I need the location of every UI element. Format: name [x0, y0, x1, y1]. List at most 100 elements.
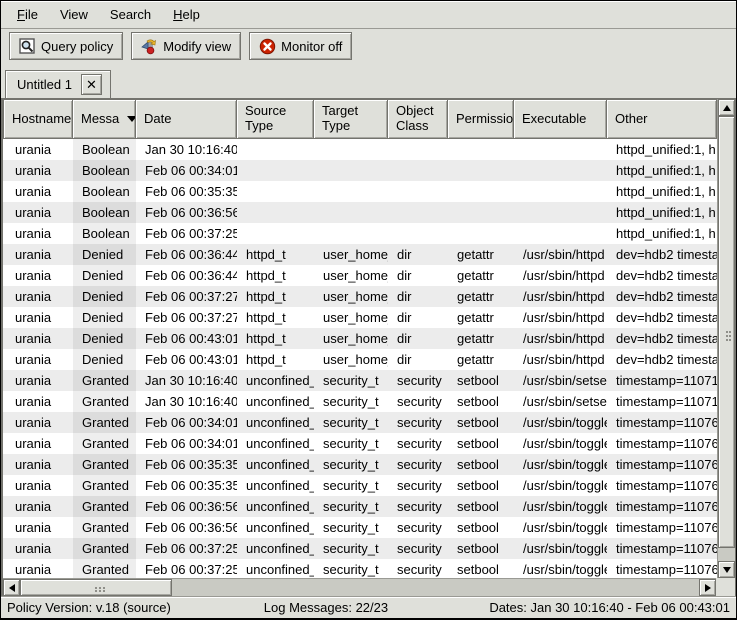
column-header-target-type[interactable]: Target Type: [314, 99, 388, 139]
cell-other: timestamp=11076: [607, 412, 717, 433]
cell-target-type: [314, 160, 388, 181]
menu-search[interactable]: Search: [100, 3, 161, 26]
cell-hostname: urania: [3, 433, 73, 454]
cell-source-type: unconfined_: [237, 475, 314, 496]
cell-target-type: security_t: [314, 391, 388, 412]
cell-hostname: urania: [3, 559, 73, 578]
modify-view-button[interactable]: Modify view: [131, 32, 241, 60]
vertical-scrollbar[interactable]: [717, 99, 735, 578]
cell-target-type: security_t: [314, 454, 388, 475]
monitor-off-button[interactable]: Monitor off: [249, 32, 352, 60]
cell-permission: setbool: [448, 391, 514, 412]
cell-hostname: urania: [3, 223, 73, 244]
close-icon[interactable]: ✕: [81, 74, 102, 95]
cell-date: Feb 06 00:34:01: [136, 412, 237, 433]
cell-executable: /usr/sbin/setseb: [514, 370, 607, 391]
table-row[interactable]: uraniaGrantedFeb 06 00:37:25unconfined_s…: [3, 559, 717, 578]
table-row[interactable]: uraniaGrantedFeb 06 00:34:01unconfined_s…: [3, 412, 717, 433]
cell-date: Feb 06 00:43:01: [136, 328, 237, 349]
table-row[interactable]: uraniaGrantedJan 30 10:16:40unconfined_s…: [3, 370, 717, 391]
cell-message: Granted: [73, 496, 136, 517]
column-header-executable[interactable]: Executable: [514, 99, 607, 139]
tab-label: Untitled 1: [17, 77, 72, 92]
cell-object-class: security: [388, 496, 448, 517]
column-header-object-class[interactable]: Object Class: [388, 99, 448, 139]
cell-permission: [448, 139, 514, 160]
table-row[interactable]: uraniaGrantedFeb 06 00:34:01unconfined_s…: [3, 433, 717, 454]
cell-date: Feb 06 00:34:01: [136, 433, 237, 454]
cell-hostname: urania: [3, 412, 73, 433]
cell-object-class: security: [388, 370, 448, 391]
cell-executable: [514, 160, 607, 181]
table-row[interactable]: uraniaBooleanFeb 06 00:37:25httpd_unifie…: [3, 223, 717, 244]
column-header-permission[interactable]: Permission: [448, 99, 514, 139]
table-row[interactable]: uraniaDeniedFeb 06 00:37:27httpd_tuser_h…: [3, 286, 717, 307]
scroll-left-icon[interactable]: [3, 579, 20, 596]
cell-executable: [514, 181, 607, 202]
cell-message: Granted: [73, 412, 136, 433]
scroll-down-icon[interactable]: [718, 561, 735, 578]
table-row[interactable]: uraniaDeniedFeb 06 00:36:44httpd_tuser_h…: [3, 265, 717, 286]
cell-target-type: security_t: [314, 433, 388, 454]
vertical-scroll-track[interactable]: [718, 116, 735, 561]
cell-target-type: user_home_: [314, 286, 388, 307]
cell-executable: [514, 223, 607, 244]
cell-other: timestamp=11076: [607, 517, 717, 538]
cell-date: Feb 06 00:36:44: [136, 244, 237, 265]
cell-executable: /usr/sbin/toggle: [514, 412, 607, 433]
column-header-source-type[interactable]: Source Type: [237, 99, 314, 139]
cell-permission: getattr: [448, 328, 514, 349]
table-row[interactable]: uraniaGrantedFeb 06 00:35:35unconfined_s…: [3, 475, 717, 496]
horizontal-scroll-track[interactable]: [20, 579, 699, 596]
table-row[interactable]: uraniaDeniedFeb 06 00:37:27httpd_tuser_h…: [3, 307, 717, 328]
scroll-up-icon[interactable]: [718, 99, 735, 116]
cell-date: Feb 06 00:37:25: [136, 559, 237, 578]
cell-object-class: [388, 160, 448, 181]
cell-hostname: urania: [3, 517, 73, 538]
scroll-right-icon[interactable]: [699, 579, 716, 596]
horizontal-scrollbar[interactable]: [3, 578, 716, 596]
table-row[interactable]: uraniaBooleanFeb 06 00:35:35httpd_unifie…: [3, 181, 717, 202]
cell-source-type: [237, 223, 314, 244]
table-row[interactable]: uraniaGrantedFeb 06 00:37:25unconfined_s…: [3, 538, 717, 559]
table-row[interactable]: uraniaDeniedFeb 06 00:36:44httpd_tuser_h…: [3, 244, 717, 265]
column-header-date[interactable]: Date: [136, 99, 237, 139]
table-row[interactable]: uraniaBooleanFeb 06 00:36:56httpd_unifie…: [3, 202, 717, 223]
query-policy-button[interactable]: Query policy: [9, 32, 123, 60]
cell-permission: getattr: [448, 307, 514, 328]
table-row[interactable]: uraniaGrantedJan 30 10:16:40unconfined_s…: [3, 391, 717, 412]
cell-executable: /usr/sbin/toggle: [514, 454, 607, 475]
cell-target-type: user_home_: [314, 307, 388, 328]
vertical-scroll-thumb[interactable]: [718, 116, 735, 548]
cell-other: timestamp=11071: [607, 370, 717, 391]
cell-source-type: httpd_t: [237, 286, 314, 307]
table-row[interactable]: uraniaBooleanJan 30 10:16:40httpd_unifie…: [3, 139, 717, 160]
cell-source-type: [237, 202, 314, 223]
cell-message: Denied: [73, 286, 136, 307]
log-view-frame: Hostname Messa Date Source Type Target T…: [1, 98, 736, 596]
menu-view[interactable]: View: [50, 3, 98, 26]
table-row[interactable]: uraniaGrantedFeb 06 00:35:35unconfined_s…: [3, 454, 717, 475]
tab-untitled-1[interactable]: Untitled 1 ✕: [5, 70, 111, 98]
cell-hostname: urania: [3, 244, 73, 265]
cell-date: Feb 06 00:37:25: [136, 538, 237, 559]
cell-executable: /usr/sbin/toggle: [514, 559, 607, 578]
cell-source-type: unconfined_: [237, 370, 314, 391]
cell-object-class: security: [388, 412, 448, 433]
horizontal-scroll-thumb[interactable]: [20, 579, 172, 596]
cell-message: Denied: [73, 265, 136, 286]
column-header-message[interactable]: Messa: [73, 99, 136, 139]
cell-source-type: httpd_t: [237, 328, 314, 349]
cell-message: Granted: [73, 475, 136, 496]
column-header-other[interactable]: Other: [607, 99, 717, 139]
table-row[interactable]: uraniaBooleanFeb 06 00:34:01httpd_unifie…: [3, 160, 717, 181]
menu-help[interactable]: Help: [163, 3, 210, 26]
cell-permission: setbool: [448, 475, 514, 496]
table-row[interactable]: uraniaGrantedFeb 06 00:36:56unconfined_s…: [3, 517, 717, 538]
table-row[interactable]: uraniaGrantedFeb 06 00:36:56unconfined_s…: [3, 496, 717, 517]
table-row[interactable]: uraniaDeniedFeb 06 00:43:01httpd_tuser_h…: [3, 328, 717, 349]
column-header-hostname[interactable]: Hostname: [3, 99, 73, 139]
table-row[interactable]: uraniaDeniedFeb 06 00:43:01httpd_tuser_h…: [3, 349, 717, 370]
cell-source-type: [237, 181, 314, 202]
menu-file[interactable]: File: [7, 3, 48, 26]
